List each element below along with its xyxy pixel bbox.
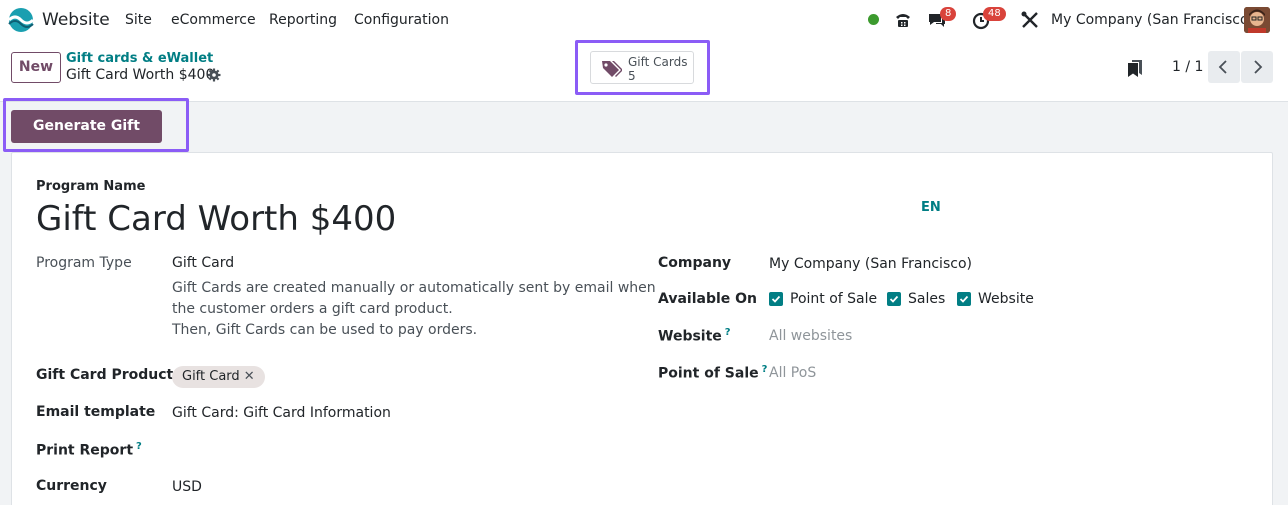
point-of-sale-option[interactable]: Point of Sale [790,291,877,307]
email-template-label: Email template [36,404,156,420]
point-of-sale-label-text: Point of Sale [658,365,759,382]
product-tag-label: Gift Card [182,369,240,384]
point-of-sale-label: Point of Sale? [658,364,767,382]
app-name[interactable]: Website [42,10,110,30]
program-name-input[interactable]: Gift Card Worth $400 [36,199,396,239]
website-label-text: Website [658,328,722,345]
breadcrumb-current: Gift Card Worth $400 [66,67,215,83]
breadcrumb-parent[interactable]: Gift cards & eWallet [66,51,213,66]
point-of-sale-checkbox[interactable] [769,292,783,306]
program-type-value[interactable]: Gift Card [172,255,234,271]
form-sheet: Program Name Gift Card Worth $400 EN Pro… [11,152,1273,505]
gift-cards-smart-button[interactable]: Gift Cards 5 [590,51,694,84]
generate-gift-cards-button[interactable]: Generate Gift Cards [11,110,162,167]
print-report-label-text: Print Report [36,442,134,459]
program-name-label: Program Name [36,179,146,194]
activities-badge: 48 [983,7,1006,21]
help-icon[interactable]: ? [762,364,768,375]
gear-icon[interactable] [207,68,221,82]
top-navbar: Website Site eCommerce Reporting Configu… [0,0,1288,40]
program-description-line-1: Gift Cards are created manually or autom… [172,280,656,296]
currency-label: Currency [36,478,107,494]
pager-previous-button[interactable] [1208,51,1240,83]
sales-checkbox[interactable] [887,292,901,306]
pager-next-button[interactable] [1241,51,1273,83]
point-of-sale-field[interactable]: All PoS [769,365,816,381]
company-label: Company [658,255,732,271]
program-description-line-2: the customer orders a gift card product. [172,301,453,317]
website-checkbox[interactable] [957,292,971,306]
messages-badge: 8 [940,7,957,21]
smart-button-label: Gift Cards [628,55,688,69]
menu-configuration[interactable]: Configuration [354,12,449,28]
help-icon[interactable]: ? [136,441,142,452]
phone-icon[interactable] [893,10,913,30]
remove-tag-icon[interactable]: ✕ [244,369,255,384]
menu-reporting[interactable]: Reporting [269,12,337,28]
program-type-label: Program Type [36,255,132,271]
pager-value[interactable]: 1 / 1 [1172,59,1203,75]
menu-site[interactable]: Site [125,12,152,28]
company-value[interactable]: My Company (San Francisco) [769,256,972,272]
menu-ecommerce[interactable]: eCommerce [171,12,256,28]
new-button[interactable]: New [11,52,61,83]
chevron-left-icon [1218,60,1227,74]
program-description-line-3: Then, Gift Cards can be used to pay orde… [172,322,478,338]
website-label: Website? [658,327,731,345]
print-report-label: Print Report? [36,441,142,459]
website-field[interactable]: All websites [769,328,852,344]
language-toggle[interactable]: EN [921,200,941,215]
tags-icon [602,61,622,77]
control-panel: New Gift cards & eWallet Gift Card Worth… [0,40,1288,102]
bookmark-icon[interactable] [1127,59,1143,77]
smart-button-count: 5 [628,69,636,83]
website-option[interactable]: Website [978,291,1034,307]
currency-value[interactable]: USD [172,479,202,495]
help-icon[interactable]: ? [725,327,731,338]
website-app-icon[interactable] [8,7,34,33]
presence-status-icon[interactable] [868,14,879,25]
product-tag: Gift Card ✕ [172,366,265,388]
sales-option[interactable]: Sales [908,291,945,307]
available-on-label: Available On [658,291,758,307]
company-switcher[interactable]: My Company (San Francisco) [1051,12,1254,28]
debug-tools-icon[interactable] [1020,10,1040,30]
gift-card-products-label: Gift Card Products [36,367,182,383]
chevron-right-icon [1254,60,1263,74]
email-template-value[interactable]: Gift Card: Gift Card Information [172,405,391,421]
user-avatar[interactable] [1244,7,1270,33]
